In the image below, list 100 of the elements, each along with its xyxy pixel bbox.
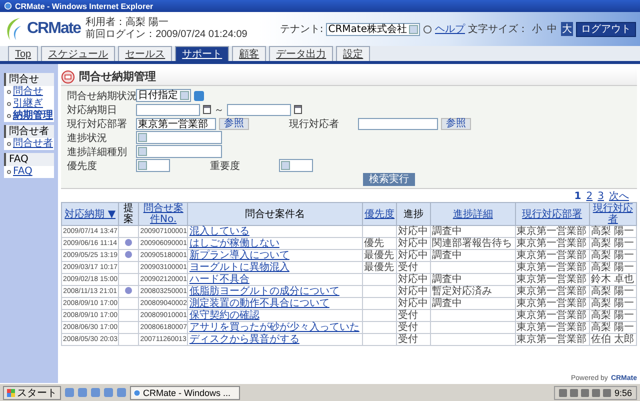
dropdown[interactable] — [136, 131, 222, 144]
taskbar-button[interactable]: CRMate - Windows ... — [130, 386, 240, 400]
column-header[interactable]: 現行対応部署 — [515, 202, 590, 226]
help-icon[interactable] — [194, 90, 204, 100]
sidebar-link[interactable]: 引継ぎ — [4, 98, 54, 110]
table-cell: 東京第一営業部 — [515, 250, 590, 262]
column-sort-link[interactable]: 対応納期 ▼ — [63, 208, 118, 220]
reference-button[interactable]: 参照 — [441, 118, 471, 130]
table-cell: 対応中 — [396, 274, 431, 286]
font-size-button[interactable]: 小 — [531, 22, 543, 36]
table-cell: 東京第一営業部 — [515, 310, 590, 322]
start-button[interactable]: スタート — [3, 386, 61, 400]
windows-flag-icon — [7, 388, 15, 396]
help-link[interactable]: ヘルプ — [435, 22, 465, 36]
nav-tab[interactable]: 設定 — [336, 46, 370, 61]
date-field[interactable] — [136, 104, 200, 116]
column-header: 問合せ案件名 — [188, 202, 362, 226]
page-link[interactable]: 1 — [574, 190, 582, 202]
inquiry-link[interactable]: 保守契約の確認 — [189, 310, 260, 321]
bullet-icon — [7, 142, 11, 146]
date-field[interactable] — [227, 104, 291, 116]
font-size-button[interactable]: 中 — [546, 22, 558, 36]
inquiry-link[interactable]: 測定装置の動作不具合について — [189, 298, 330, 309]
table-cell: 受付 — [396, 262, 431, 274]
table-cell: 調査中 — [430, 274, 515, 286]
table-cell: 高梨 陽一 — [589, 250, 636, 262]
inquiry-link[interactable]: アサリを買ったが砂が少々入っていた — [189, 322, 360, 333]
table-cell: 最優先 — [362, 250, 397, 262]
logout-button[interactable]: ログアウト — [576, 22, 636, 36]
table-cell: 高梨 陽一 — [589, 298, 636, 310]
inquiry-link[interactable]: 低脂肪ヨーグルトの成分について — [189, 286, 340, 297]
search-button[interactable]: 検索実行 — [363, 173, 415, 186]
dropdown[interactable] — [279, 159, 313, 172]
table-cell: 東京第一営業部 — [515, 238, 590, 250]
table-cell: 高梨 陽一 — [589, 238, 636, 250]
column-header[interactable]: 進捗詳細 — [430, 202, 515, 226]
inquiry-link[interactable]: ヨーグルトに異物混入 — [189, 262, 290, 273]
reference-button[interactable]: 参照 — [219, 118, 249, 130]
sidebar-heading: 問合せ — [4, 73, 54, 86]
field-label: 進捗詳細種別 — [67, 146, 128, 158]
column-header: 進捗 — [396, 202, 431, 226]
table-cell: 高梨 陽一 — [589, 322, 636, 334]
table-cell: 東京第一営業部 — [515, 322, 590, 334]
table-cell: 高梨 陽一 — [589, 286, 636, 298]
text-field[interactable] — [358, 118, 438, 130]
nav-tab[interactable]: データ出力 — [269, 46, 334, 61]
column-sort-link[interactable]: 進捗詳細 — [432, 208, 514, 220]
field-label: 現行対応者 — [289, 118, 340, 130]
nav-tab[interactable]: Top — [8, 46, 38, 61]
globe-icon — [4, 2, 12, 10]
window-title: CRMate - Windows Internet Explorer — [15, 2, 154, 10]
dropdown[interactable] — [136, 159, 170, 172]
range-separator: ～ — [214, 104, 224, 116]
inquiry-link[interactable]: はしごが稼働しない — [189, 238, 280, 249]
table-cell: 東京第一営業部 — [515, 286, 590, 298]
table-cell: 調査中 — [430, 298, 515, 310]
nav-tab[interactable]: スケジュール — [41, 46, 116, 61]
column-header[interactable]: 対応納期 ▼ — [62, 202, 119, 226]
globe-icon — [133, 388, 141, 396]
nav-tab[interactable]: サポート — [175, 46, 230, 61]
table-cell: 調査中 — [430, 226, 515, 238]
column-sort-link[interactable]: 現行対応部署 — [516, 208, 588, 220]
inquiry-link[interactable]: 新プラン導入について — [189, 250, 290, 261]
nav-tab[interactable]: セールス — [118, 46, 172, 61]
table-cell: 受付 — [396, 334, 431, 346]
font-size-button[interactable]: 大 — [561, 22, 573, 36]
column-sort-link[interactable]: 優先度 — [364, 208, 396, 220]
table-cell: 対応中 — [396, 298, 431, 310]
table-cell: 東京第一営業部 — [515, 226, 590, 238]
dropdown[interactable] — [136, 145, 222, 158]
dropdown[interactable]: 日付指定 — [136, 89, 191, 102]
inquiry-link[interactable]: ハード不具合 — [189, 274, 250, 285]
user-info: 利用者：高梨 陽一 — [86, 17, 170, 29]
page-link[interactable]: 3 — [598, 190, 604, 202]
table-cell: 対応中 — [396, 226, 431, 238]
field-label: 進捗状況 — [67, 132, 108, 144]
page-link[interactable]: 次へ — [609, 189, 629, 203]
sidebar-link[interactable]: FAQ — [4, 166, 54, 178]
table-cell: 高梨 陽一 — [589, 310, 636, 322]
column-header[interactable]: 優先度 — [362, 202, 397, 226]
sidebar-link[interactable]: 問合せ — [4, 86, 54, 98]
sidebar-heading: 問合せ者 — [4, 125, 54, 138]
table-cell: 東京第一営業部 — [515, 274, 590, 286]
table-cell: 暫定対応済み — [430, 286, 515, 298]
nav-tab[interactable]: 顧客 — [232, 46, 266, 61]
last-login-text: 前回ログイン：2009/07/24 01:24:09 — [86, 29, 248, 41]
tenant-label: テナント: — [280, 23, 324, 36]
tenant-dropdown[interactable]: CRMate株式会社 — [326, 22, 420, 36]
sidebar-link[interactable]: 納期管理 — [4, 110, 54, 122]
table-cell: 受付 — [396, 322, 431, 334]
field-label: 優先度 — [67, 160, 98, 172]
table-cell: 東京第一営業部 — [515, 262, 590, 274]
calendar-icon[interactable] — [203, 105, 211, 114]
sidebar-link[interactable]: 問合せ者 — [4, 138, 54, 150]
mail-icon — [61, 70, 75, 84]
inquiry-link[interactable]: ディスクから異音がする — [189, 334, 300, 345]
logo-text: CRMate — [27, 20, 81, 38]
page-link[interactable]: 2 — [586, 190, 593, 202]
calendar-icon[interactable] — [294, 105, 302, 114]
inquiry-link[interactable]: 混入している — [189, 226, 250, 237]
